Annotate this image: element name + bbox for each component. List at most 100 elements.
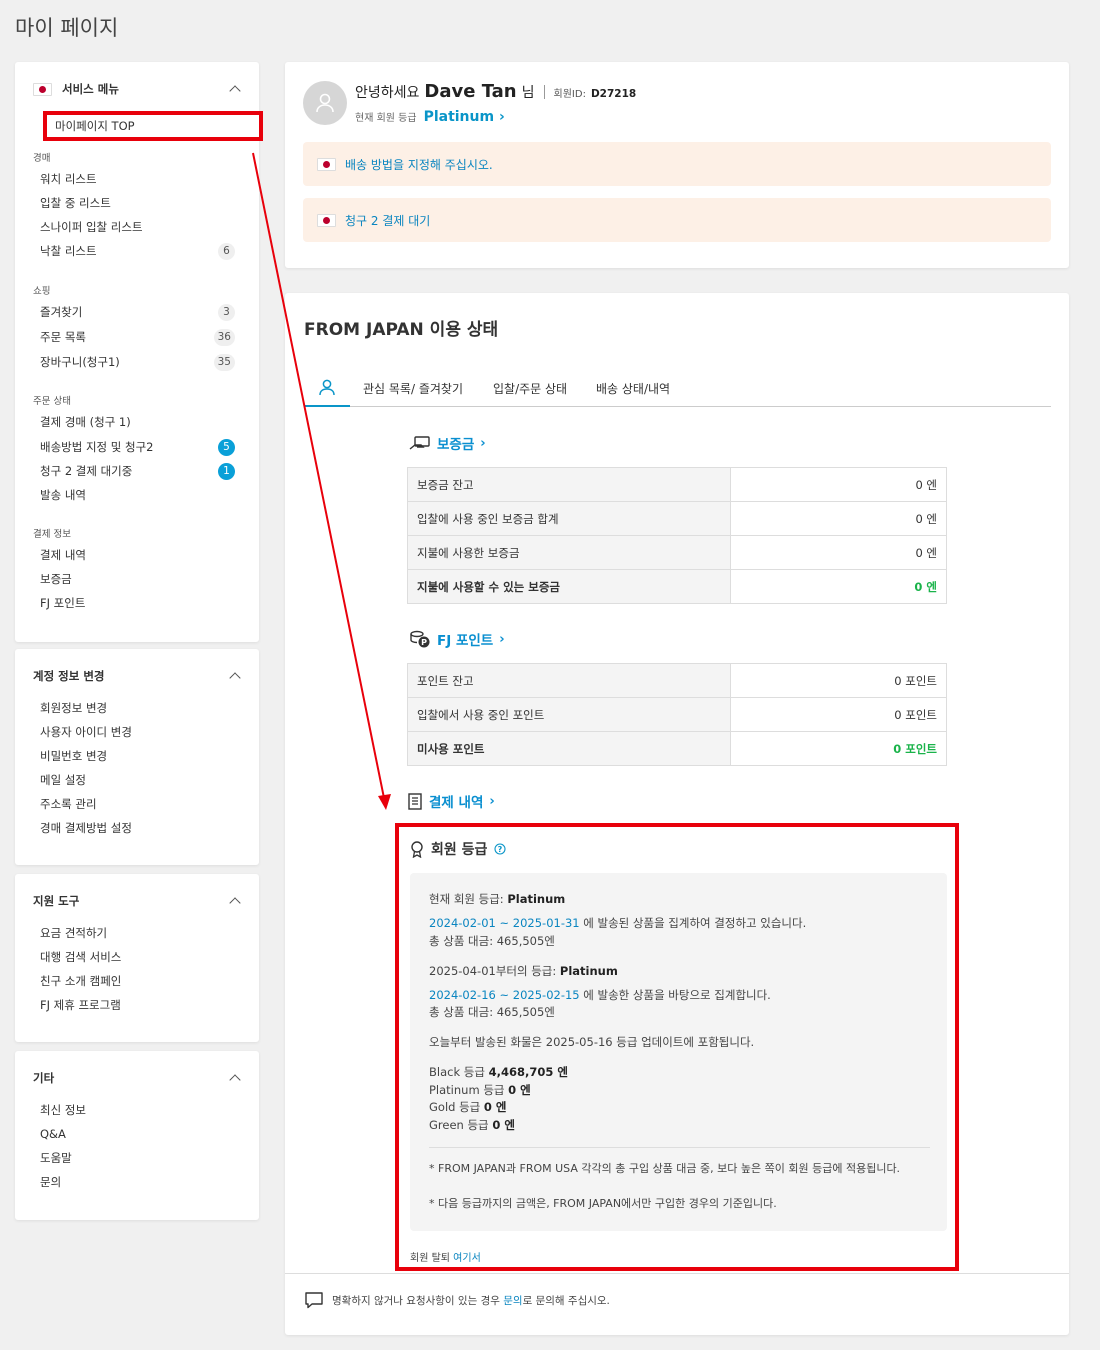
- period-line-1: 2024-02-01 ~ 2025-01-31 에 발송된 상품을 집계하여 결…: [429, 916, 807, 930]
- japan-flag-icon: [317, 213, 336, 227]
- table-row: 입찰에서 사용 중인 포인트 0 포인트: [407, 697, 947, 732]
- sidebar-item-shipping-history[interactable]: 발송 내역: [40, 486, 235, 504]
- sidebar-etc: 기타 최신 정보 Q&A 도움말 문의: [15, 1051, 259, 1220]
- sidebar-item-address-book[interactable]: 주소록 관리: [40, 795, 235, 813]
- points-table: 포인트 잔고 0 포인트 입찰에서 사용 중인 포인트 0 포인트 미사용 포인트 0…: [407, 663, 947, 766]
- sidebar-item-fee-estimate[interactable]: 요금 견적하기: [40, 924, 235, 942]
- withdraw-link[interactable]: 여기서: [453, 1253, 481, 1264]
- next-grade-line: 2025-04-01부터의 등급: Platinum: [429, 964, 618, 978]
- table-row: 포인트 잔고 0 포인트: [407, 663, 947, 698]
- sidebar-item-contact[interactable]: 문의: [40, 1173, 235, 1191]
- account-header[interactable]: 계정 정보 변경: [15, 666, 259, 686]
- group-label-shopping: 쇼핑: [33, 286, 51, 297]
- tab-mypage[interactable]: [304, 369, 350, 407]
- count-badge: 36: [213, 328, 235, 346]
- count-badge: 6: [218, 242, 235, 260]
- sidebar-support: 지원 도구 요금 견적하기 대행 검색 서비스 친구 소개 캠페인 FJ 제휴 …: [15, 874, 259, 1042]
- sidebar-item-deposit[interactable]: 보증금: [40, 570, 235, 588]
- count-badge: 1: [218, 462, 235, 480]
- chevron-up-icon[interactable]: [229, 85, 241, 97]
- sidebar-item-bidding-list[interactable]: 입찰 중 리스트: [40, 194, 235, 212]
- table-row: 보증금 잔고 0 엔: [407, 467, 947, 502]
- service-menu-header[interactable]: 서비스 메뉴: [15, 79, 259, 99]
- status-tabs: 관심 목록/ 즐겨찾기 입찰/주문 상태 배송 상태/내역: [304, 369, 1051, 407]
- avatar: [303, 81, 347, 125]
- user-icon: [316, 93, 334, 113]
- sidebar-item-order-list[interactable]: 주문 목록 36: [40, 328, 235, 346]
- period-line-2: 2024-02-16 ~ 2025-02-15 에 발송한 상품을 바탕으로 집…: [429, 988, 771, 1002]
- membership-title: 회원 등급 ?: [410, 839, 506, 859]
- service-menu-title: 서비스 메뉴: [62, 82, 119, 96]
- grade-link[interactable]: Platinum ›: [424, 109, 505, 125]
- table-row: 지불에 사용한 보증금 0 엔: [407, 535, 947, 570]
- sidebar-item-referral[interactable]: 친구 소개 캠페인: [40, 972, 235, 990]
- tab-watchlist[interactable]: 관심 목록/ 즐겨찾기: [363, 369, 463, 407]
- sidebar-item-auction-payment-method[interactable]: 경매 결제방법 설정: [40, 819, 235, 837]
- threshold-platinum: Platinum 등급 0 엔: [429, 1083, 531, 1097]
- user-name: Dave Tan: [424, 81, 517, 102]
- chevron-up-icon[interactable]: [229, 672, 241, 684]
- etc-header[interactable]: 기타: [15, 1068, 259, 1088]
- sidebar-item-qa[interactable]: Q&A: [40, 1125, 235, 1143]
- points-icon: P: [410, 630, 430, 648]
- period-link-2[interactable]: 2024-02-16 ~ 2025-02-15: [429, 988, 580, 1002]
- deposit-table: 보증금 잔고 0 엔 입찰에 사용 중인 보증금 합계 0 엔 지불에 사용한 보증…: [407, 467, 947, 604]
- tab-bid-order[interactable]: 입찰/주문 상태: [493, 369, 567, 407]
- update-note: 오늘부터 발송된 화물은 2025-05-16 등급 업데이트에 포함됩니다.: [429, 1035, 755, 1049]
- sidebar-item-payment-auction[interactable]: 결제 경매 (청구 1): [40, 413, 235, 431]
- sidebar-item-bill2-pending[interactable]: 청구 2 결제 대기중 1: [40, 462, 235, 480]
- support-header[interactable]: 지원 도구: [15, 891, 259, 911]
- contact-link[interactable]: 문의: [503, 1295, 522, 1307]
- sidebar-item-watch-list[interactable]: 워치 리스트: [40, 170, 235, 188]
- fj-points-link[interactable]: P FJ 포인트 ›: [409, 629, 505, 649]
- deposit-icon: [409, 436, 430, 450]
- sidebar-account: 계정 정보 변경 회원정보 변경 사용자 아이디 변경 비밀번호 변경 메일 설…: [15, 649, 259, 865]
- group-label-auction: 경매: [33, 153, 51, 164]
- count-badge: 35: [213, 353, 235, 371]
- group-label-payment-info: 결제 정보: [33, 529, 71, 540]
- deposit-link[interactable]: 보증금 ›: [409, 433, 486, 453]
- notice-bill2-pending[interactable]: 청구 2 결제 대기: [303, 198, 1051, 242]
- table-row: 미사용 포인트 0 포인트: [407, 731, 947, 766]
- status-title: FROM JAPAN 이용 상태: [304, 320, 499, 340]
- grade-panel: 현재 회원 등급: Platinum 2024-02-01 ~ 2025-01-…: [410, 873, 947, 1231]
- membership-note-2: * 다음 등급까지의 금액은, FROM JAPAN에서만 구입한 경우의 기준…: [429, 1197, 777, 1210]
- count-badge: 5: [218, 438, 235, 456]
- account-title: 계정 정보 변경: [33, 669, 105, 683]
- sidebar-item-cart[interactable]: 장바구니(청구1) 35: [40, 353, 235, 371]
- support-title: 지원 도구: [33, 894, 80, 908]
- sidebar-item-mail-settings[interactable]: 메일 설정: [40, 771, 235, 789]
- tab-shipping[interactable]: 배송 상태/내역: [596, 369, 670, 407]
- svg-text:?: ?: [498, 845, 503, 854]
- chevron-up-icon[interactable]: [229, 897, 241, 909]
- japan-flag-icon: [33, 82, 52, 96]
- total-line-2: 총 상품 대금: 465,505엔: [429, 1005, 555, 1019]
- sidebar-item-change-password[interactable]: 비밀번호 변경: [40, 747, 235, 765]
- sidebar-item-fj-points[interactable]: FJ 포인트: [40, 594, 235, 612]
- sidebar-item-sniper-list[interactable]: 스나이퍼 입찰 리스트: [40, 218, 235, 236]
- person-icon: [319, 379, 335, 396]
- notice-shipping-method[interactable]: 배송 방법을 지정해 주십시오.: [303, 142, 1051, 186]
- sidebar-item-mypage-top[interactable]: 마이페이지 TOP: [43, 111, 263, 141]
- membership-section: 회원 등급 ? 현재 회원 등급: Platinum 2024-02-01 ~ …: [395, 823, 959, 1271]
- contact-footer: 명확하지 않거나 요청사항이 있는 경우 문의로 문의해 주십시오.: [285, 1273, 1069, 1337]
- sidebar-item-help[interactable]: 도움말: [40, 1149, 235, 1167]
- sidebar-item-favorites[interactable]: 즐겨찾기 3: [40, 303, 235, 321]
- sidebar-item-shipping-method[interactable]: 배송방법 지정 및 청구2 5: [40, 438, 235, 456]
- sidebar-item-affiliate[interactable]: FJ 제휴 프로그램: [40, 996, 235, 1014]
- help-icon[interactable]: ?: [494, 843, 506, 855]
- status-card: FROM JAPAN 이용 상태 관심 목록/ 즐겨찾기 입찰/주문 상태 배송…: [285, 293, 1069, 1335]
- sidebar-item-search-service[interactable]: 대행 검색 서비스: [40, 948, 235, 966]
- sidebar-item-member-info[interactable]: 회원정보 변경: [40, 699, 235, 717]
- chevron-up-icon[interactable]: [229, 1074, 241, 1086]
- payment-history-link[interactable]: 결제 내역 ›: [407, 791, 495, 811]
- sidebar-item-payment-history[interactable]: 결제 내역: [40, 546, 235, 564]
- period-link-1[interactable]: 2024-02-01 ~ 2025-01-31: [429, 916, 580, 930]
- total-line-1: 총 상품 대금: 465,505엔: [429, 934, 555, 948]
- sidebar-item-news[interactable]: 최신 정보: [40, 1101, 235, 1119]
- sidebar-item-change-id[interactable]: 사용자 아이디 변경: [40, 723, 235, 741]
- current-grade: 현재 회원 등급 Platinum ›: [355, 109, 505, 125]
- group-label-order-status: 주문 상태: [33, 396, 71, 407]
- sidebar-item-won-list[interactable]: 낙찰 리스트 6: [40, 242, 235, 260]
- membership-note-1: * FROM JAPAN과 FROM USA 각각의 총 구입 상품 대금 중,…: [429, 1162, 901, 1175]
